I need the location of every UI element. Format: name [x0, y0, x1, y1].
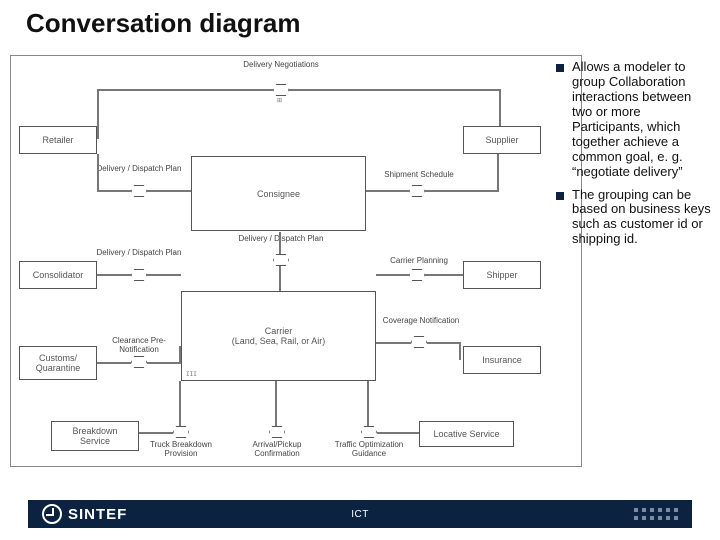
sintef-logo-icon [42, 504, 62, 524]
conv-arrival [269, 426, 285, 438]
line [147, 362, 179, 364]
conv-label-tb: Truck Breakdown Provision [136, 440, 226, 458]
slide-title: Conversation diagram [26, 8, 301, 39]
line [179, 381, 181, 426]
line [139, 432, 173, 434]
line [147, 190, 191, 192]
conv-label-dd1: Delivery / Dispatch Plan [94, 164, 184, 173]
conv-traffic [361, 426, 377, 438]
bullet-2: The grouping can be based on business ke… [556, 188, 714, 248]
line [279, 266, 281, 291]
conv-label-clearance: Clearance Pre- Notification [94, 336, 184, 354]
participant-shipper: Shipper [463, 261, 541, 289]
line [499, 89, 501, 126]
brand: SINTEF [42, 504, 127, 524]
conv-ship-sched [409, 185, 425, 197]
bullet-list: Allows a modeler to group Collaboration … [556, 60, 714, 255]
line [377, 432, 419, 434]
participant-insurance: Insurance [463, 346, 541, 374]
conv-label-ddcenter: Delivery / Dispatch Plan [236, 234, 326, 243]
conv-dd-plan-center [273, 254, 289, 266]
conv-label-delivery-neg: Delivery Negotiations [236, 60, 326, 69]
line [366, 190, 409, 192]
line [425, 190, 499, 192]
line [97, 190, 131, 192]
participant-consignee: Consignee [191, 156, 366, 231]
brand-text: SINTEF [68, 506, 127, 523]
participant-customs: Customs/ Quarantine [19, 346, 97, 380]
line [376, 274, 409, 276]
bullet-1: Allows a modeler to group Collaboration … [556, 60, 714, 180]
line [289, 89, 501, 91]
conv-label-arrival: Arrival/Pickup Confirmation [232, 440, 322, 458]
line [425, 274, 463, 276]
line [459, 342, 461, 360]
line [275, 381, 277, 426]
line [367, 381, 369, 426]
conv-dd-plan-2 [131, 269, 147, 281]
conv-label-ship: Shipment Schedule [374, 170, 464, 179]
participant-breakdown: Breakdown Service [51, 421, 139, 451]
conv-dd-plan-1 [131, 185, 147, 197]
participant-locative: Locative Service [419, 421, 514, 447]
line [97, 89, 99, 139]
line [376, 342, 411, 344]
conv-label-carrierplan: Carrier Planning [374, 256, 464, 265]
line [279, 232, 281, 254]
conv-delivery-neg [273, 84, 289, 96]
conv-coverage [411, 336, 427, 348]
line [97, 154, 99, 192]
line [97, 274, 131, 276]
conv-label-traffic: Traffic Optimization Guidance [324, 440, 414, 458]
conv-carrier-plan [409, 269, 425, 281]
line [179, 346, 181, 364]
carrier-label: Carrier (Land, Sea, Rail, or Air) [232, 326, 326, 346]
participant-consolidator: Consolidator [19, 261, 97, 289]
conv-label-coverage: Coverage Notification [376, 316, 466, 325]
line [97, 89, 273, 91]
participant-carrier: Carrier (Land, Sea, Rail, or Air) III [181, 291, 376, 381]
conv-label-dd2: Delivery / Dispatch Plan [94, 248, 184, 257]
conv-truck-breakdown [173, 426, 189, 438]
line [97, 362, 131, 364]
dot-grid-icon [634, 508, 678, 520]
line [497, 154, 499, 192]
conv-clearance [131, 356, 147, 368]
line [147, 274, 181, 276]
footer-ict-text: ICT [351, 509, 369, 520]
participant-retailer: Retailer [19, 126, 97, 154]
line [427, 342, 461, 344]
footer-bar: SINTEF ICT [28, 500, 692, 528]
conversation-diagram: Retailer Supplier Consignee Consolidator… [10, 55, 582, 467]
participant-supplier: Supplier [463, 126, 541, 154]
